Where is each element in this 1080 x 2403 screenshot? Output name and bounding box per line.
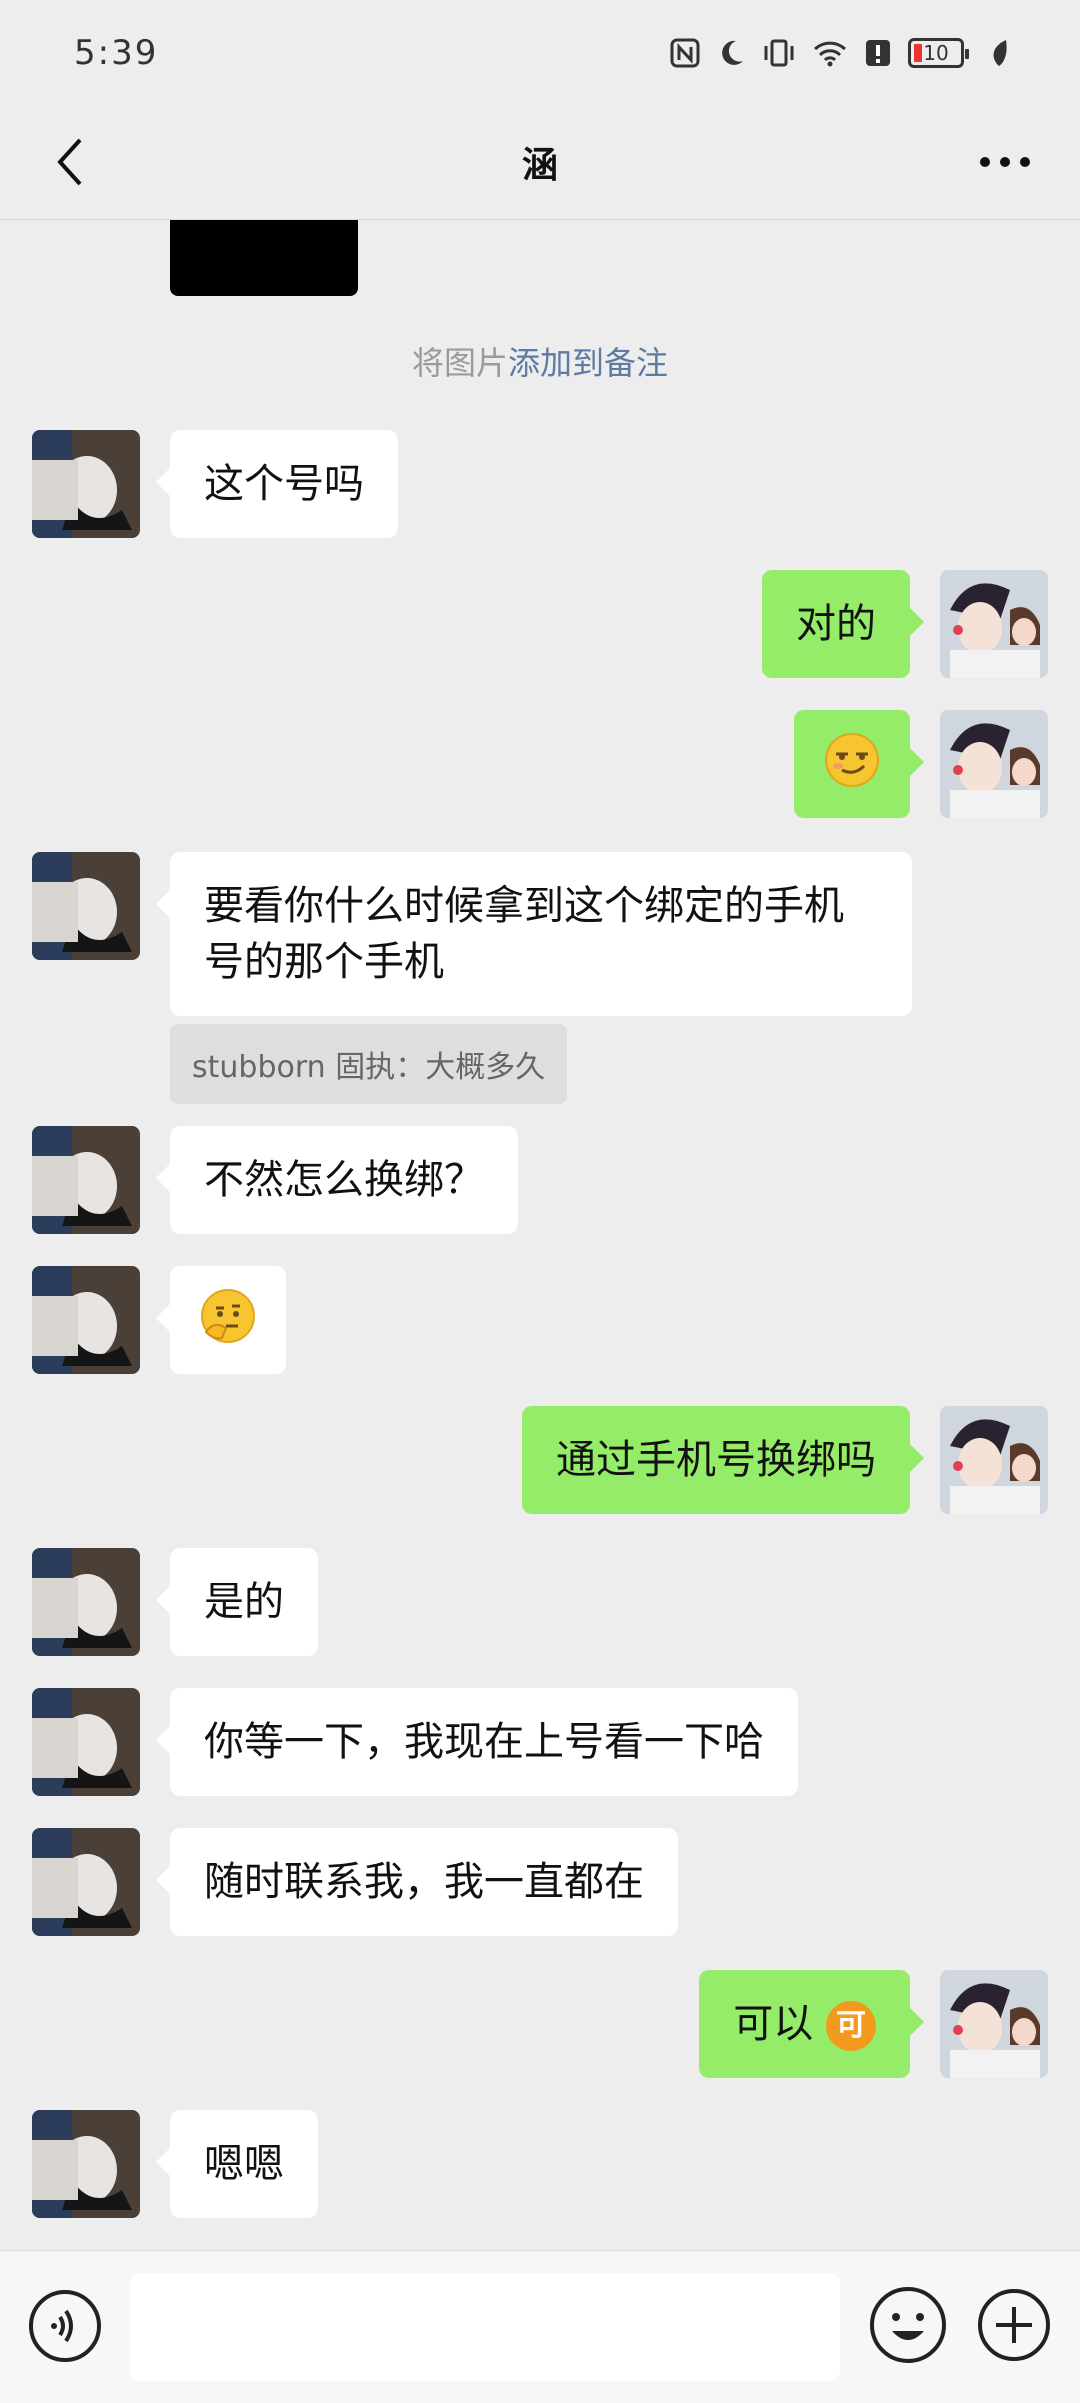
- nfc-icon: [670, 38, 700, 68]
- contact-avatar[interactable]: [32, 1828, 140, 1936]
- chevron-left-icon: [57, 138, 82, 186]
- more-button[interactable]: [970, 129, 1040, 195]
- contact-avatar[interactable]: [32, 1126, 140, 1234]
- battery-level: 10: [923, 40, 949, 65]
- leaf-icon: [988, 38, 1010, 68]
- message-input[interactable]: [130, 2273, 840, 2381]
- outgoing-message[interactable]: [794, 710, 924, 818]
- system-notice-text: 将图片: [411, 344, 508, 382]
- message-list[interactable]: 将图片添加到备注 这个号吗 对的 要看你什么时候拿到这个绑定的手机号的那个手机 …: [0, 220, 1080, 2250]
- outgoing-message[interactable]: 可以 可: [699, 1970, 924, 2078]
- contact-avatar[interactable]: [32, 430, 140, 538]
- emoji-button[interactable]: [868, 2285, 948, 2365]
- status-bar: 5:39 10: [0, 0, 1080, 105]
- contact-avatar[interactable]: [32, 2110, 140, 2218]
- thinking-emoji-icon: [201, 1289, 255, 1343]
- status-time: 5:39: [74, 32, 159, 73]
- image-message[interactable]: [170, 220, 358, 296]
- incoming-message[interactable]: 这个号吗: [156, 430, 398, 538]
- voice-icon: [29, 2290, 101, 2362]
- more-actions-button[interactable]: [976, 2287, 1052, 2363]
- my-avatar[interactable]: [940, 1406, 1048, 1514]
- my-avatar[interactable]: [940, 710, 1048, 818]
- ke-badge-icon: 可: [826, 2001, 876, 2051]
- contact-avatar[interactable]: [32, 852, 140, 960]
- status-icons: 10: [670, 37, 1010, 68]
- incoming-message[interactable]: 嗯嗯: [156, 2110, 318, 2218]
- my-avatar[interactable]: [940, 570, 1048, 678]
- incoming-message[interactable]: 随时联系我，我一直都在: [156, 1828, 678, 1936]
- plus-icon: [978, 2289, 1050, 2361]
- outgoing-message[interactable]: 通过手机号换绑吗: [522, 1406, 924, 1514]
- vibrate-icon: [762, 38, 796, 68]
- incoming-message[interactable]: [156, 1266, 286, 1374]
- back-button[interactable]: [40, 129, 100, 195]
- moon-icon: [716, 38, 746, 68]
- incoming-message[interactable]: 要看你什么时候拿到这个绑定的手机号的那个手机: [156, 852, 912, 1016]
- incoming-message[interactable]: 你等一下，我现在上号看一下哈: [156, 1688, 798, 1796]
- my-avatar[interactable]: [940, 1970, 1048, 2078]
- contact-avatar[interactable]: [32, 1548, 140, 1656]
- add-to-remark-link[interactable]: 添加到备注: [508, 344, 668, 382]
- more-dots-icon: [980, 157, 1030, 167]
- voice-button[interactable]: [28, 2289, 102, 2363]
- contact-avatar[interactable]: [32, 1266, 140, 1374]
- smiley-icon: [870, 2287, 946, 2363]
- quoted-message[interactable]: stubborn 固执：大概多久: [170, 1024, 568, 1104]
- contact-name: 涵: [521, 145, 558, 186]
- contact-avatar[interactable]: [32, 1688, 140, 1796]
- system-notice: 将图片添加到备注: [0, 338, 1080, 384]
- alert-icon: [864, 38, 892, 68]
- incoming-message[interactable]: 是的: [156, 1548, 318, 1656]
- message-text: 可以: [733, 2001, 814, 2047]
- chat-header: 涵: [0, 105, 1080, 220]
- input-bar: [0, 2250, 1080, 2403]
- battery-icon: 10: [908, 37, 969, 68]
- outgoing-message[interactable]: 对的: [762, 570, 924, 678]
- smirk-emoji-icon: [825, 733, 879, 787]
- incoming-message[interactable]: 不然怎么换绑？: [156, 1126, 518, 1234]
- wifi-icon: [812, 38, 848, 68]
